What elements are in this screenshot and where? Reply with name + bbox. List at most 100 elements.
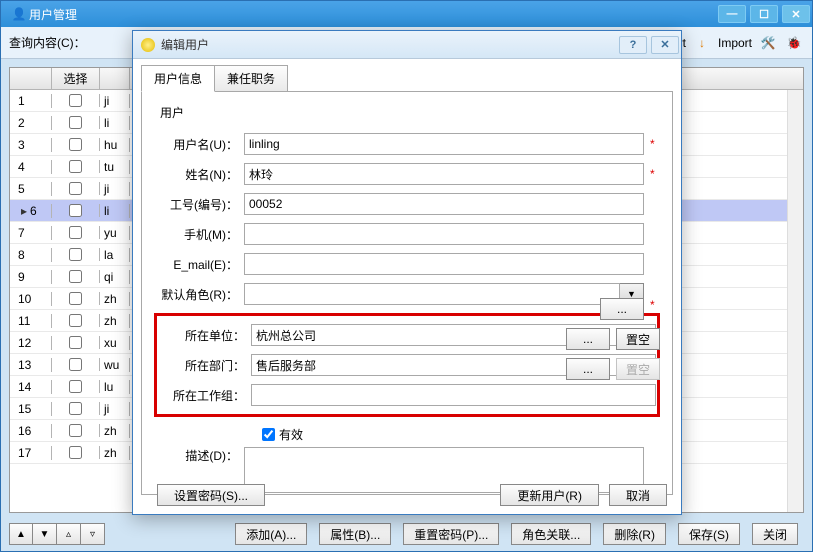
row-name: qi bbox=[100, 270, 130, 284]
row-name: zh bbox=[100, 314, 130, 328]
realname-input[interactable] bbox=[244, 163, 644, 185]
workgroup-clear-button: 置空 bbox=[616, 358, 660, 380]
row-name: ji bbox=[100, 402, 130, 416]
empno-input[interactable] bbox=[244, 193, 644, 215]
row-index: 17 bbox=[10, 446, 52, 460]
dialog-footer: 设置密码(S)... 更新用户(R) 取消 bbox=[133, 476, 681, 514]
col-index bbox=[10, 68, 52, 89]
desc-label: 描述(D)： bbox=[154, 447, 244, 464]
valid-checkbox[interactable] bbox=[262, 428, 275, 441]
row-index: 4 bbox=[10, 160, 52, 174]
required-mark: * bbox=[650, 137, 660, 151]
add-button[interactable]: 添加(A)... bbox=[235, 523, 307, 545]
row-name: hu bbox=[100, 138, 130, 152]
row-name: zh bbox=[100, 292, 130, 306]
row-name: zh bbox=[100, 446, 130, 460]
row-checkbox[interactable] bbox=[69, 424, 82, 437]
tools-icon[interactable]: 🛠️ bbox=[758, 33, 778, 53]
workgroup-input[interactable] bbox=[251, 384, 656, 406]
row-name: zh bbox=[100, 424, 130, 438]
dialog-icon bbox=[141, 38, 155, 52]
row-index: 5 bbox=[10, 182, 52, 196]
row-checkbox[interactable] bbox=[69, 336, 82, 349]
col-name bbox=[100, 68, 130, 89]
row-checkbox[interactable] bbox=[69, 292, 82, 305]
row-checkbox[interactable] bbox=[69, 182, 82, 195]
dialog-close-button[interactable]: ✕ bbox=[651, 36, 679, 54]
row-checkbox[interactable] bbox=[69, 314, 82, 327]
tab-userinfo[interactable]: 用户信息 bbox=[141, 65, 215, 92]
department-label: 所在部门： bbox=[161, 357, 251, 374]
company-label: 所在单位： bbox=[161, 327, 251, 344]
valid-label: 有效 bbox=[279, 426, 303, 443]
grid-scrollbar[interactable] bbox=[787, 90, 803, 512]
props-button[interactable]: 属性(B)... bbox=[319, 523, 391, 545]
minimize-button[interactable]: — bbox=[718, 5, 746, 23]
main-title: 用户管理 bbox=[29, 6, 716, 23]
username-label: 用户名(U)： bbox=[154, 136, 244, 153]
close-button[interactable]: ✕ bbox=[782, 5, 810, 23]
row-name: yu bbox=[100, 226, 130, 240]
row-name: li bbox=[100, 204, 130, 218]
import-label: Import bbox=[718, 36, 752, 50]
row-checkbox[interactable] bbox=[69, 270, 82, 283]
row-name: ji bbox=[100, 182, 130, 196]
phone-label: 手机(M)： bbox=[154, 226, 244, 243]
phone-input[interactable] bbox=[244, 223, 644, 245]
search-label: 查询内容(C)： bbox=[9, 34, 86, 51]
import-icon[interactable]: ↓ bbox=[692, 33, 712, 53]
dialog-help-button[interactable]: ? bbox=[619, 36, 647, 54]
main-titlebar: 👤 用户管理 — ☐ ✕ bbox=[1, 1, 812, 27]
row-index: 7 bbox=[10, 226, 52, 240]
row-name: ji bbox=[100, 94, 130, 108]
del-button[interactable]: 删除(R) bbox=[603, 523, 666, 545]
row-index: 13 bbox=[10, 358, 52, 372]
edit-user-dialog: 编辑用户 ? ✕ 用户信息 兼任职务 用户 用户名(U)： * 姓名(N)： *… bbox=[132, 30, 682, 515]
row-name: wu bbox=[100, 358, 130, 372]
email-input[interactable] bbox=[244, 253, 644, 275]
setpwd-button[interactable]: 设置密码(S)... bbox=[157, 484, 265, 506]
department-clear-button[interactable]: 置空 bbox=[616, 328, 660, 350]
tab-additional[interactable]: 兼任职务 bbox=[214, 65, 288, 92]
row-index: 15 bbox=[10, 402, 52, 416]
row-checkbox[interactable] bbox=[69, 94, 82, 107]
required-mark: * bbox=[650, 298, 660, 320]
row-checkbox[interactable] bbox=[69, 226, 82, 239]
row-checkbox[interactable] bbox=[69, 160, 82, 173]
username-input[interactable] bbox=[244, 133, 644, 155]
row-checkbox[interactable] bbox=[69, 116, 82, 129]
row-index: 9 bbox=[10, 270, 52, 284]
row-index: 14 bbox=[10, 380, 52, 394]
update-user-button[interactable]: 更新用户(R) bbox=[500, 484, 599, 506]
row-checkbox[interactable] bbox=[69, 358, 82, 371]
col-select[interactable]: 选择 bbox=[52, 68, 100, 89]
save-button[interactable]: 保存(S) bbox=[678, 523, 740, 545]
row-checkbox[interactable] bbox=[69, 380, 82, 393]
empno-label: 工号(编号)： bbox=[154, 196, 244, 213]
resetpwd-button[interactable]: 重置密码(P)... bbox=[403, 523, 499, 545]
maximize-button[interactable]: ☐ bbox=[750, 5, 778, 23]
row-checkbox[interactable] bbox=[69, 248, 82, 261]
close-main-button[interactable]: 关闭 bbox=[752, 523, 798, 545]
tabs: 用户信息 兼任职务 bbox=[141, 65, 681, 92]
row-index: 2 bbox=[10, 116, 52, 130]
company-browse-button[interactable]: ... bbox=[600, 298, 644, 320]
row-name: xu bbox=[100, 336, 130, 350]
row-index: 8 bbox=[10, 248, 52, 262]
bottom-bar: 添加(A)... 属性(B)... 重置密码(P)... 角色关联... 删除(… bbox=[1, 517, 812, 551]
bug-icon[interactable]: 🐞 bbox=[784, 33, 804, 53]
row-checkbox[interactable] bbox=[69, 402, 82, 415]
workgroup-label: 所在工作组： bbox=[161, 387, 251, 404]
roles-button[interactable]: 角色关联... bbox=[511, 523, 591, 545]
realname-label: 姓名(N)： bbox=[154, 166, 244, 183]
dialog-titlebar: 编辑用户 ? ✕ bbox=[133, 31, 681, 59]
row-checkbox[interactable] bbox=[69, 138, 82, 151]
department-browse-button[interactable]: ... bbox=[566, 328, 610, 350]
row-checkbox[interactable] bbox=[69, 204, 82, 217]
email-label: E_mail(E)： bbox=[154, 256, 244, 273]
row-checkbox[interactable] bbox=[69, 446, 82, 459]
cancel-button[interactable]: 取消 bbox=[609, 484, 667, 506]
workgroup-browse-button[interactable]: ... bbox=[566, 358, 610, 380]
required-mark: * bbox=[650, 167, 660, 181]
row-index: 1 bbox=[10, 94, 52, 108]
